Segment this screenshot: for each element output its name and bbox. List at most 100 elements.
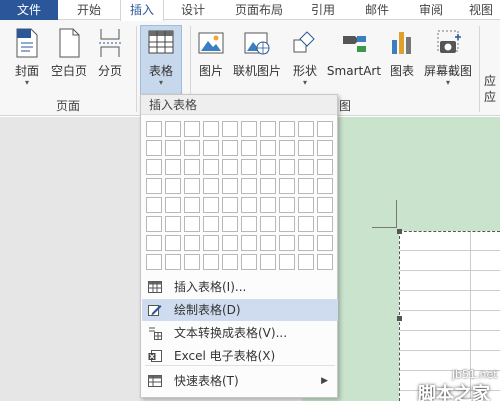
- grid-cell[interactable]: [184, 178, 200, 194]
- grid-cell[interactable]: [203, 216, 219, 232]
- grid-cell[interactable]: [222, 178, 238, 194]
- resize-handle[interactable]: [397, 229, 402, 234]
- grid-cell[interactable]: [279, 216, 295, 232]
- page-break-button[interactable]: 分页: [92, 26, 128, 90]
- grid-cell[interactable]: [279, 254, 295, 270]
- grid-cell[interactable]: [146, 159, 162, 175]
- pictures-button[interactable]: 图片: [194, 26, 228, 90]
- tab-design[interactable]: 设计: [170, 0, 216, 20]
- tab-page-layout[interactable]: 页面布局: [226, 0, 292, 20]
- grid-cell[interactable]: [317, 121, 333, 137]
- grid-cell[interactable]: [279, 197, 295, 213]
- grid-cell[interactable]: [241, 235, 257, 251]
- grid-cell[interactable]: [146, 197, 162, 213]
- draw-table-menu-item[interactable]: 绘制表格(D): [142, 299, 338, 321]
- grid-cell[interactable]: [298, 235, 314, 251]
- grid-cell[interactable]: [184, 159, 200, 175]
- grid-cell[interactable]: [260, 121, 276, 137]
- grid-cell[interactable]: [317, 216, 333, 232]
- grid-cell[interactable]: [317, 254, 333, 270]
- grid-cell[interactable]: [222, 159, 238, 175]
- grid-cell[interactable]: [317, 140, 333, 156]
- grid-cell[interactable]: [298, 254, 314, 270]
- grid-cell[interactable]: [203, 197, 219, 213]
- grid-cell[interactable]: [203, 254, 219, 270]
- grid-cell[interactable]: [260, 159, 276, 175]
- tab-view[interactable]: 视图: [462, 0, 500, 20]
- insert-table-menu-item[interactable]: 插入表格(I)...: [142, 276, 338, 298]
- quick-tables-menu-item[interactable]: 快速表格(T) ▶: [142, 370, 338, 392]
- shapes-button[interactable]: 形状 ▾: [288, 26, 322, 90]
- grid-cell[interactable]: [241, 254, 257, 270]
- grid-cell[interactable]: [317, 235, 333, 251]
- grid-cell[interactable]: [298, 159, 314, 175]
- blank-page-button[interactable]: 空白页: [48, 26, 90, 90]
- grid-cell[interactable]: [203, 140, 219, 156]
- convert-text-to-table-menu-item[interactable]: 文本转换成表格(V)...: [142, 322, 338, 344]
- grid-cell[interactable]: [279, 121, 295, 137]
- tab-references[interactable]: 引用: [300, 0, 346, 20]
- grid-cell[interactable]: [165, 140, 181, 156]
- grid-cell[interactable]: [222, 254, 238, 270]
- grid-cell[interactable]: [184, 140, 200, 156]
- screenshot-button[interactable]: 屏幕截图 ▾: [420, 26, 476, 90]
- grid-cell[interactable]: [298, 178, 314, 194]
- grid-cell[interactable]: [317, 178, 333, 194]
- smartart-button[interactable]: SmartArt: [326, 26, 382, 90]
- grid-cell[interactable]: [184, 235, 200, 251]
- grid-cell[interactable]: [146, 235, 162, 251]
- online-pictures-button[interactable]: 联机图片: [230, 26, 284, 90]
- grid-cell[interactable]: [203, 235, 219, 251]
- grid-cell[interactable]: [165, 235, 181, 251]
- grid-cell[interactable]: [184, 197, 200, 213]
- grid-cell[interactable]: [317, 197, 333, 213]
- grid-cell[interactable]: [184, 254, 200, 270]
- grid-cell[interactable]: [260, 254, 276, 270]
- grid-cell[interactable]: [203, 121, 219, 137]
- tab-mailings[interactable]: 邮件: [354, 0, 400, 20]
- grid-cell[interactable]: [279, 140, 295, 156]
- grid-cell[interactable]: [298, 121, 314, 137]
- grid-cell[interactable]: [222, 216, 238, 232]
- resize-handle[interactable]: [397, 316, 402, 321]
- grid-cell[interactable]: [146, 140, 162, 156]
- grid-cell[interactable]: [222, 235, 238, 251]
- grid-cell[interactable]: [241, 159, 257, 175]
- table-button[interactable]: 表格 ▾: [140, 25, 182, 97]
- grid-cell[interactable]: [165, 197, 181, 213]
- grid-cell[interactable]: [146, 178, 162, 194]
- table-size-grid[interactable]: [146, 121, 336, 271]
- grid-cell[interactable]: [279, 235, 295, 251]
- grid-cell[interactable]: [241, 121, 257, 137]
- grid-cell[interactable]: [260, 216, 276, 232]
- grid-cell[interactable]: [184, 121, 200, 137]
- tab-file[interactable]: 文件: [0, 0, 58, 20]
- grid-cell[interactable]: [279, 159, 295, 175]
- grid-cell[interactable]: [165, 216, 181, 232]
- grid-cell[interactable]: [165, 159, 181, 175]
- cover-page-button[interactable]: 封面 ▾: [8, 26, 46, 90]
- grid-cell[interactable]: [222, 121, 238, 137]
- grid-cell[interactable]: [298, 216, 314, 232]
- grid-cell[interactable]: [260, 197, 276, 213]
- grid-cell[interactable]: [146, 121, 162, 137]
- grid-cell[interactable]: [317, 159, 333, 175]
- grid-cell[interactable]: [184, 216, 200, 232]
- grid-cell[interactable]: [165, 178, 181, 194]
- grid-cell[interactable]: [146, 216, 162, 232]
- grid-cell[interactable]: [298, 140, 314, 156]
- grid-cell[interactable]: [298, 197, 314, 213]
- grid-cell[interactable]: [279, 178, 295, 194]
- tab-review[interactable]: 审阅: [408, 0, 454, 20]
- grid-cell[interactable]: [241, 178, 257, 194]
- grid-cell[interactable]: [241, 197, 257, 213]
- grid-cell[interactable]: [203, 178, 219, 194]
- grid-cell[interactable]: [222, 197, 238, 213]
- excel-spreadsheet-menu-item[interactable]: Excel 电子表格(X): [142, 345, 338, 367]
- chart-button[interactable]: 图表: [386, 26, 418, 90]
- grid-cell[interactable]: [241, 216, 257, 232]
- grid-cell[interactable]: [146, 254, 162, 270]
- grid-cell[interactable]: [203, 159, 219, 175]
- grid-cell[interactable]: [260, 140, 276, 156]
- tab-insert[interactable]: 插入: [120, 0, 164, 21]
